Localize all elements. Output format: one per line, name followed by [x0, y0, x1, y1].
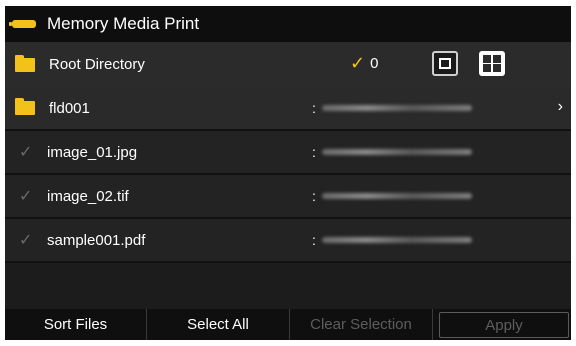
folder-icon [15, 54, 35, 72]
chevron-right-icon: › [557, 98, 563, 115]
file-list: fld001 : › ✓ image_01.jpg : ✓ image_02.t… [5, 87, 571, 263]
blurred-date [321, 193, 472, 199]
list-item-folder[interactable]: fld001 : › [5, 87, 571, 131]
checkmark-icon: ✓ [350, 53, 366, 73]
item-name: sample001.pdf [47, 231, 146, 249]
item-date: : [312, 100, 472, 116]
blurred-date [321, 149, 472, 155]
memory-media-print-screen: Memory Media Print Root Directory ✓ 0 fl… [5, 6, 571, 340]
current-directory: Root Directory [49, 56, 145, 73]
selected-count: ✓ 0 [350, 54, 378, 72]
clear-selection-button[interactable]: Clear Selection [290, 309, 433, 340]
sort-files-button[interactable]: Sort Files [5, 309, 147, 340]
folder-icon [15, 98, 35, 115]
item-name: image_02.tif [47, 187, 129, 205]
single-view-button[interactable] [432, 51, 458, 76]
item-date: : [312, 188, 472, 204]
single-view-icon [439, 58, 451, 69]
battery-icon [9, 20, 36, 28]
apply-button[interactable]: Apply [439, 312, 569, 338]
item-date: : [312, 232, 472, 248]
list-item-file[interactable]: ✓ sample001.pdf : [5, 219, 571, 263]
checkmark-icon: ✓ [19, 144, 33, 161]
action-bar: Sort Files Select All Clear Selection Ap… [5, 309, 571, 340]
item-name: image_01.jpg [47, 143, 138, 161]
list-item-file[interactable]: ✓ image_01.jpg : [5, 131, 571, 175]
screen-title: Memory Media Print [47, 14, 200, 33]
thumbnail-view-button[interactable] [479, 51, 505, 76]
checkmark-icon: ✓ [19, 188, 33, 205]
checkmark-icon: ✓ [19, 232, 33, 249]
selected-count-value: 0 [370, 54, 379, 72]
select-all-button[interactable]: Select All [147, 309, 290, 340]
item-name: fld001 [49, 99, 90, 117]
item-date: : [312, 144, 472, 160]
directory-bar: Root Directory ✓ 0 [5, 42, 571, 148]
blurred-date [321, 105, 472, 111]
blurred-date [321, 237, 472, 243]
list-item-file[interactable]: ✓ image_02.tif : [5, 175, 571, 219]
title-bar: Memory Media Print [5, 6, 571, 42]
